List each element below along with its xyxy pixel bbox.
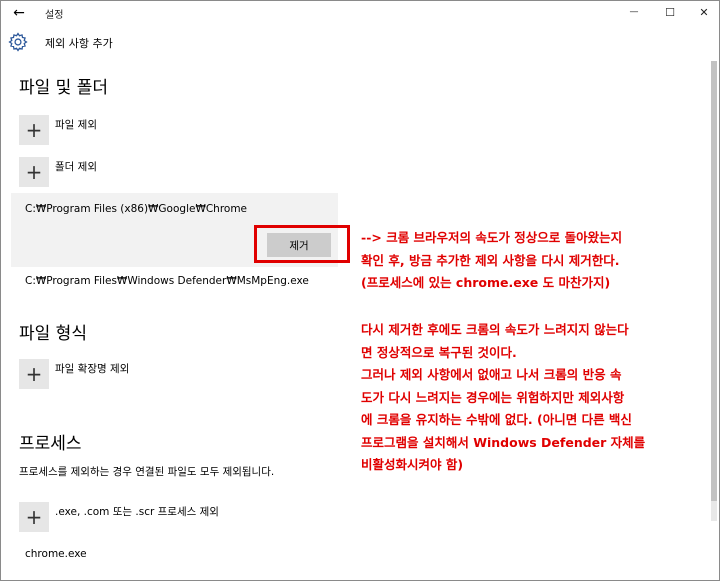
plus-icon: + — [19, 157, 49, 187]
back-button[interactable]: ← — [7, 3, 31, 23]
annotation-line: 확인 후, 방금 추가한 제외 사항을 다시 제거한다. — [361, 252, 620, 268]
page-title: 제외 사항 추가 — [45, 37, 113, 50]
plus-icon: + — [19, 502, 49, 532]
annotation-line: --> 크롬 브라우저의 속도가 정상으로 돌아왔는지 — [361, 230, 623, 245]
scrollbar-thumb[interactable] — [711, 61, 717, 501]
add-file-exclusion[interactable]: + 파일 제외 — [19, 115, 97, 145]
annotation-line: (프로세스에 있는 chrome.exe 도 마찬가지) — [361, 275, 611, 290]
add-process-label: .exe, .com 또는 .scr 프로세스 제외 — [55, 506, 219, 518]
add-folder-exclusion[interactable]: + 폴더 제외 — [19, 157, 97, 187]
annotation-line: 에 크롬을 유지하는 수밖에 없다. (아니면 다른 백신 — [361, 412, 632, 427]
annotation-line: 도가 다시 느려지는 경우에는 위험하지만 제외사항 — [361, 389, 625, 405]
add-extension-label: 파일 확장명 제외 — [55, 363, 130, 375]
annotation-line: 다시 제거한 후에도 크롬의 속도가 느려지지 않는다 — [361, 322, 629, 337]
add-extension-exclusion[interactable]: + 파일 확장명 제외 — [19, 359, 129, 389]
page-header: 제외 사항 추가 — [1, 28, 719, 58]
exclusion-item[interactable]: C:₩Program Files₩Windows Defender₩MsMpEn… — [25, 275, 309, 287]
minimize-icon: — — [629, 7, 639, 17]
filetype-section-title: 파일 형식 — [19, 324, 87, 344]
annotation-line: 그러나 제외 사항에서 없애고 나서 크롬의 반응 속 — [361, 367, 622, 382]
minimize-button[interactable]: — — [617, 1, 651, 23]
add-process-exclusion[interactable]: + .exe, .com 또는 .scr 프로세스 제외 — [19, 502, 219, 532]
annotation-line: 면 정상적으로 복구된 것이다. — [361, 344, 517, 360]
add-file-label: 파일 제외 — [55, 119, 97, 131]
add-folder-label: 폴더 제외 — [55, 161, 97, 173]
exclusion-path: C:₩Program Files (x86)₩Google₩Chrome — [25, 203, 248, 215]
close-icon: ✕ — [699, 5, 709, 19]
maximize-icon: ☐ — [665, 5, 675, 19]
annotation-block-1: --> 크롬 브라우저의 속도가 정상으로 돌아왔는지 확인 후, 방금 추가한… — [361, 227, 622, 295]
exclusion-item[interactable]: chrome.exe — [25, 548, 87, 560]
maximize-button[interactable]: ☐ — [653, 1, 687, 23]
annotation-block-2: 다시 제거한 후에도 크롬의 속도가 느려지지 않는다 면 정상적으로 복구된 … — [361, 319, 645, 477]
close-button[interactable]: ✕ — [687, 1, 719, 23]
title-bar: ← 설정 — ☐ ✕ — [1, 1, 719, 25]
annotation-line: 비활성화시켜야 함) — [361, 457, 464, 472]
back-arrow-icon: ← — [13, 5, 25, 21]
plus-icon: + — [19, 115, 49, 145]
files-section-title: 파일 및 폴더 — [19, 78, 109, 98]
plus-icon: + — [19, 359, 49, 389]
process-description: 프로세스를 제외하는 경우 연결된 파일도 모두 제외됩니다. — [19, 466, 275, 478]
content-area: 파일 및 폴더 + 파일 제외 + 폴더 제외 C:₩Program Files… — [1, 59, 719, 580]
annotation-line: 프로그램을 설치해서 Windows Defender 자체를 — [361, 434, 646, 450]
process-section-title: 프로세스 — [19, 434, 82, 454]
highlight-box — [254, 225, 350, 263]
app-title: 설정 — [45, 10, 64, 21]
gear-icon — [8, 32, 28, 52]
scrollbar[interactable] — [711, 61, 717, 521]
settings-window: ← 설정 — ☐ ✕ 제외 사항 추가 파일 및 폴더 + 파일 제외 + 폴더… — [0, 0, 720, 581]
